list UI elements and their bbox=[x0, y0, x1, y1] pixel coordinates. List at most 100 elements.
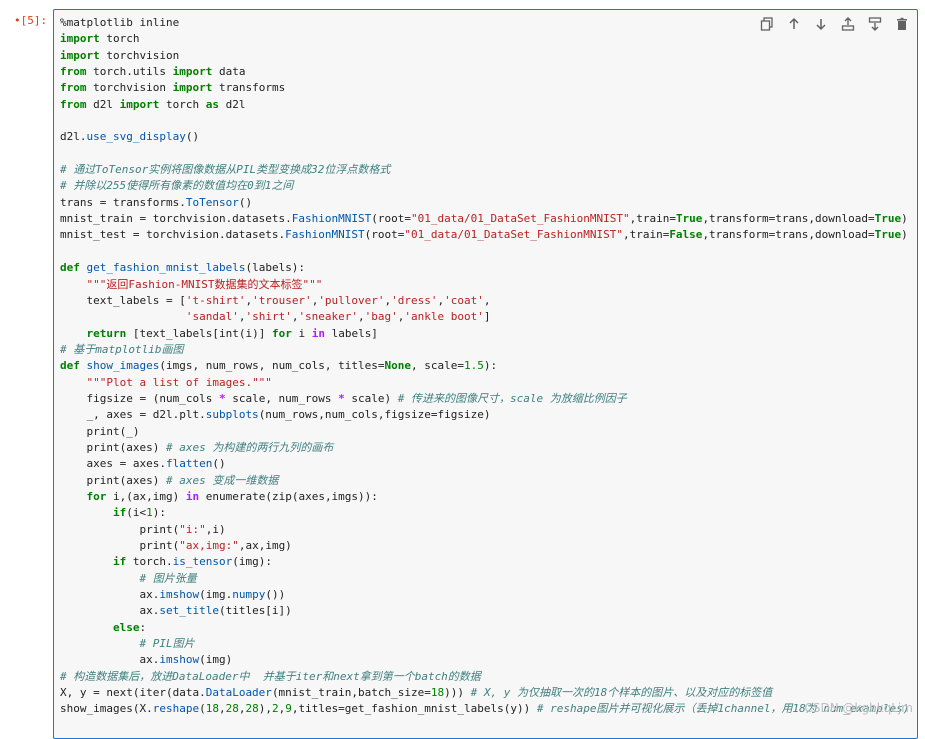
code-token: imshow bbox=[159, 588, 200, 602]
code-token: (root= bbox=[364, 228, 405, 242]
code-token: "i:" bbox=[179, 522, 206, 536]
code-token: ): bbox=[483, 359, 498, 373]
code-line: ax.imshow(img) bbox=[60, 652, 909, 668]
code-token: show_images bbox=[86, 359, 160, 373]
code-token: reshape bbox=[152, 702, 200, 716]
code-content[interactable]: %matplotlib inline import torch import tor… bbox=[60, 15, 909, 718]
code-token: get_fashion_mnist_labels bbox=[86, 261, 246, 275]
code-token: if bbox=[112, 506, 127, 520]
code-token: is_tensor bbox=[172, 555, 233, 569]
code-token: ,ax,img) bbox=[238, 539, 292, 552]
insert-above-button[interactable] bbox=[837, 14, 859, 34]
code-line: mnist_test = torchvision.datasets.Fashio… bbox=[60, 227, 909, 243]
code-token: print( bbox=[60, 539, 180, 552]
code-token: i,(ax,img) bbox=[106, 489, 186, 503]
code-line: """Plot a list of images.""" bbox=[60, 375, 909, 391]
code-token: d2l bbox=[218, 97, 246, 111]
notebook-cell[interactable]: •[5]: %matplotlib inline import torch impo… bbox=[0, 0, 925, 739]
code-token: imshow bbox=[159, 653, 200, 667]
code-token: 'pullover' bbox=[318, 293, 385, 307]
code-token: ] bbox=[483, 310, 491, 324]
code-token: subplots bbox=[205, 408, 259, 422]
code-token: 'sneaker' bbox=[298, 310, 359, 324]
code-token: () bbox=[212, 457, 226, 471]
code-token: ,titles=get_fashion_mnist_labels(y)) bbox=[291, 702, 537, 716]
code-line: """返回Fashion-MNIST数据集的文本标签""" bbox=[60, 277, 909, 293]
code-token: True bbox=[675, 212, 703, 226]
code-line: d2l.use_svg_display() bbox=[60, 129, 909, 145]
code-token: from bbox=[60, 81, 87, 95]
code-line: mnist_train = torchvision.datasets.Fashi… bbox=[60, 211, 909, 227]
duplicate-button[interactable] bbox=[756, 14, 778, 34]
insert-below-button[interactable] bbox=[864, 14, 886, 34]
code-token: torch. bbox=[126, 555, 173, 569]
code-token: ax. bbox=[60, 588, 160, 602]
code-token: in bbox=[311, 326, 325, 340]
code-token: torch.utils bbox=[86, 65, 173, 79]
code-line: # 通过ToTensor实例将图像数据从PIL类型变换成32位浮点数格式 bbox=[60, 162, 909, 178]
code-token: # X, y 为仅抽取一次的18个样本的图片、以及对应的标签值 bbox=[470, 686, 773, 700]
arrow-down-button[interactable] bbox=[810, 14, 832, 34]
code-token: , bbox=[358, 310, 365, 324]
code-line: import torchvision bbox=[60, 48, 909, 64]
code-line: return [text_labels[int(i)] for i in lab… bbox=[60, 326, 909, 342]
code-line: print("i:",i) bbox=[60, 522, 909, 538]
code-line: ax.imshow(img.numpy()) bbox=[60, 587, 909, 603]
code-token: %matplotlib inline bbox=[60, 16, 180, 29]
code-token: 2 bbox=[271, 702, 279, 716]
code-token: (img) bbox=[199, 653, 233, 667]
code-token: text_labels = [ bbox=[60, 293, 186, 307]
code-line: print("ax,img:",ax,img) bbox=[60, 538, 909, 554]
code-token: 1.5 bbox=[464, 359, 484, 373]
code-token: import bbox=[60, 48, 100, 62]
code-token: 18 bbox=[205, 702, 219, 716]
duplicate-icon bbox=[760, 17, 774, 31]
code-token: print(_) bbox=[60, 424, 140, 438]
code-token: scale, num_rows bbox=[225, 391, 339, 405]
arrow-up-button[interactable] bbox=[783, 14, 805, 34]
code-token: ( bbox=[199, 702, 206, 716]
code-token: (imgs, num_rows, num_cols, titles= bbox=[159, 359, 385, 373]
code-token: if bbox=[112, 555, 127, 569]
code-token: * bbox=[218, 391, 226, 405]
code-token: torch bbox=[99, 32, 140, 46]
code-token: set_title bbox=[159, 604, 219, 618]
code-token: in bbox=[185, 489, 200, 503]
code-token: from bbox=[60, 65, 87, 79]
insert-below-icon bbox=[868, 17, 882, 31]
trash-button[interactable] bbox=[891, 14, 913, 34]
code-line: figsize = (num_cols * scale, num_rows * … bbox=[60, 391, 909, 407]
code-token: _, axes = d2l.plt. bbox=[60, 408, 206, 422]
code-token: (img): bbox=[232, 555, 272, 569]
code-line: from d2l import torch as d2l bbox=[60, 97, 909, 113]
code-token: trans = transforms. bbox=[60, 195, 186, 209]
code-token: 'bag' bbox=[364, 310, 398, 324]
code-editor[interactable]: %matplotlib inline import torch import tor… bbox=[53, 9, 918, 739]
code-line: def show_images(imgs, num_rows, num_cols… bbox=[60, 358, 909, 374]
code-token: ): bbox=[152, 506, 166, 520]
code-token: "ax,img:" bbox=[179, 539, 239, 552]
code-token: 'ankle boot' bbox=[404, 310, 484, 324]
execution-prompt: •[5]: bbox=[14, 14, 48, 27]
code-token: ,train= bbox=[622, 228, 670, 242]
code-line: if(i<1): bbox=[60, 505, 909, 521]
code-token: ), bbox=[258, 702, 272, 716]
code-token: torchvision bbox=[99, 48, 180, 62]
watermark: CSDN @kgbkqLjm bbox=[804, 701, 914, 715]
code-token: d2l. bbox=[60, 130, 87, 144]
code-line: text_labels = ['t-shirt','trouser','pull… bbox=[60, 293, 909, 309]
code-token: (num_rows,num_cols,figsize=figsize) bbox=[258, 408, 491, 422]
code-token: data bbox=[212, 65, 246, 79]
code-token: X, y = next(iter(data. bbox=[60, 686, 206, 700]
code-token: FashionMNIST bbox=[291, 212, 372, 226]
code-token: 'shirt' bbox=[245, 310, 292, 324]
code-token: enumerate(zip(axes,imgs)): bbox=[199, 489, 378, 503]
code-token: True bbox=[874, 228, 902, 242]
